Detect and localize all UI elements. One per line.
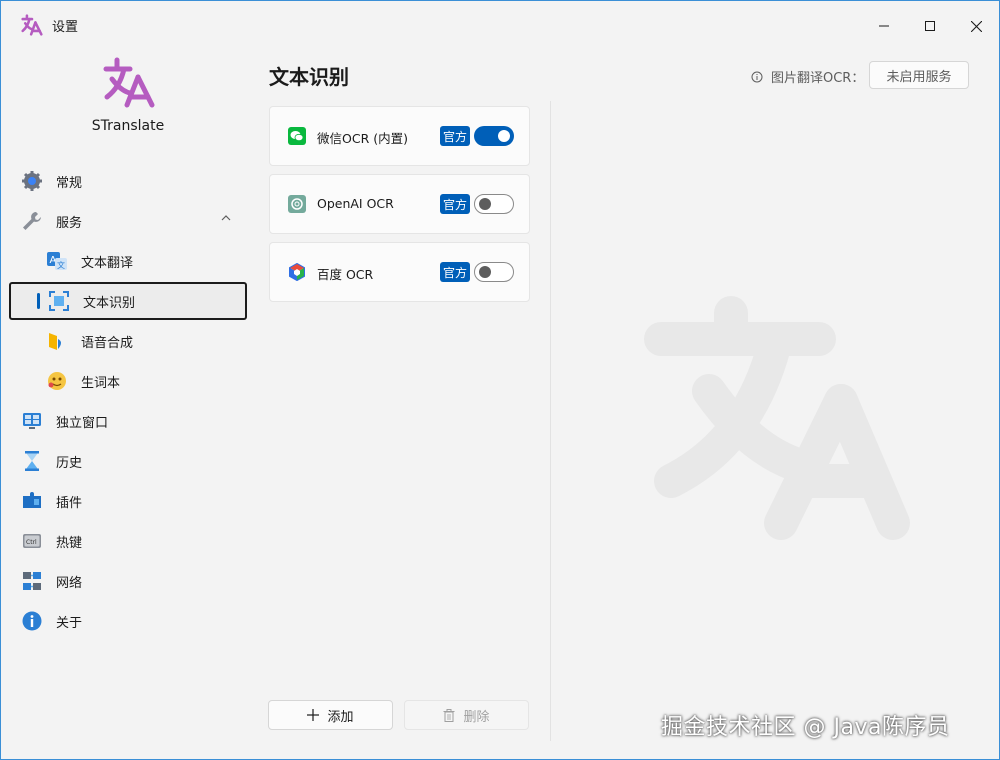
app-logo-icon [21, 14, 43, 36]
sidebar-item-standalone-window[interactable]: 独立窗口 [9, 402, 247, 440]
ocr-scan-icon [48, 290, 70, 312]
baidu-icon [289, 263, 305, 281]
sidebar-item-label: 独立窗口 [56, 415, 109, 431]
service-toggle[interactable] [474, 262, 514, 282]
service-card-baidu-ocr[interactable]: 百度 OCR 官方 [269, 242, 530, 302]
sidebar-item-about[interactable]: 关于 [9, 602, 247, 640]
service-name: 微信OCR (内置) [317, 131, 408, 146]
sidebar-item-label: 文本翻译 [81, 255, 134, 271]
sidebar-item-label: 文本识别 [83, 295, 136, 311]
sidebar-item-label: 插件 [56, 495, 83, 511]
page-title: 文本识别 [269, 65, 349, 89]
svg-text:Ctrl: Ctrl [26, 539, 37, 546]
image-translate-ocr-status-button[interactable]: 未启用服务 [869, 61, 969, 89]
info-icon [751, 71, 763, 82]
wrench-icon [21, 210, 43, 232]
toggle-knob [479, 266, 491, 278]
keyboard-icon: Ctrl [21, 530, 43, 552]
openai-icon [288, 195, 306, 213]
panel-divider [550, 101, 551, 741]
watermark-text: 掘金技术社区 @ Java陈序员 [661, 715, 950, 740]
service-card-wechat-ocr[interactable]: 微信OCR (内置) 官方 [269, 106, 530, 166]
sidebar-item-label: 服务 [56, 215, 83, 231]
delete-service-button[interactable]: 删除 [404, 700, 529, 730]
service-name: OpenAI OCR [317, 196, 394, 211]
close-icon [970, 20, 982, 32]
image-translate-ocr-label: 图片翻译OCR： [771, 71, 865, 86]
sidebar-item-plugins[interactable]: 插件 [9, 482, 247, 520]
service-toggle[interactable] [474, 194, 514, 214]
sidebar-item-label: 语音合成 [81, 335, 134, 351]
background-logo-icon [644, 296, 910, 540]
sidebar-item-vocabulary[interactable]: 生词本 [9, 362, 247, 400]
service-name: 百度 OCR [317, 267, 374, 282]
plugin-icon [21, 490, 43, 512]
title-bar: 设置 [1, 1, 999, 49]
close-button[interactable] [953, 11, 999, 41]
sidebar-item-label: 常规 [56, 175, 83, 191]
service-toggle[interactable] [474, 126, 514, 146]
info-icon [21, 610, 43, 632]
window-icon [21, 410, 43, 432]
toggle-knob [479, 198, 491, 210]
official-badge: 官方 [440, 194, 470, 214]
official-badge: 官方 [440, 262, 470, 282]
sidebar-item-text-translate[interactable]: A文 文本翻译 [9, 242, 247, 280]
hourglass-icon [21, 450, 43, 472]
wechat-icon [288, 127, 306, 145]
app-logo-icon [103, 57, 155, 108]
maximize-button[interactable] [907, 11, 953, 41]
selection-indicator [37, 293, 40, 309]
official-badge: 官方 [440, 126, 470, 146]
sidebar-item-label: 热键 [56, 535, 83, 551]
chevron-up-icon [221, 215, 231, 221]
speech-icon [46, 330, 68, 352]
trash-icon [443, 708, 455, 722]
vocabulary-icon [46, 370, 68, 392]
sidebar-item-hotkeys[interactable]: Ctrl 热键 [9, 522, 247, 560]
add-label: 添加 [327, 709, 354, 725]
minimize-icon [879, 25, 889, 27]
sidebar-item-general[interactable]: 常规 [9, 162, 247, 200]
service-card-openai-ocr[interactable]: OpenAI OCR 官方 [269, 174, 530, 234]
translate-icon: A文 [46, 250, 68, 272]
sidebar-item-history[interactable]: 历史 [9, 442, 247, 480]
window-title: 设置 [52, 20, 79, 35]
plus-icon [307, 709, 320, 721]
settings-window: 设置 STranslate 常规 服务 A 文 文本翻译 文本识别 语音合成 生… [0, 0, 1000, 760]
sidebar-item-label: 网络 [56, 575, 83, 591]
network-icon [21, 570, 43, 592]
sidebar-item-text-ocr[interactable]: 文本识别 [9, 282, 247, 320]
sidebar-item-label: 关于 [56, 615, 83, 631]
svg-text:文: 文 [57, 260, 65, 270]
minimize-button[interactable] [861, 11, 907, 41]
sidebar-item-network[interactable]: 网络 [9, 562, 247, 600]
sidebar-item-label: 生词本 [81, 375, 121, 391]
add-service-button[interactable]: 添加 [268, 700, 393, 730]
delete-label: 删除 [463, 709, 490, 725]
sidebar-item-tts[interactable]: 语音合成 [9, 322, 247, 360]
image-translate-ocr-info: 图片翻译OCR： [751, 67, 864, 86]
sidebar: STranslate 常规 服务 A文 文本翻译 文本识别 语音合成 生词本 独… [1, 49, 253, 759]
maximize-icon [925, 21, 935, 31]
sidebar-item-services[interactable]: 服务 [9, 202, 247, 240]
app-name: STranslate [91, 118, 165, 134]
sidebar-item-label: 历史 [56, 455, 83, 471]
gear-icon [21, 170, 43, 192]
toggle-knob [498, 130, 510, 142]
